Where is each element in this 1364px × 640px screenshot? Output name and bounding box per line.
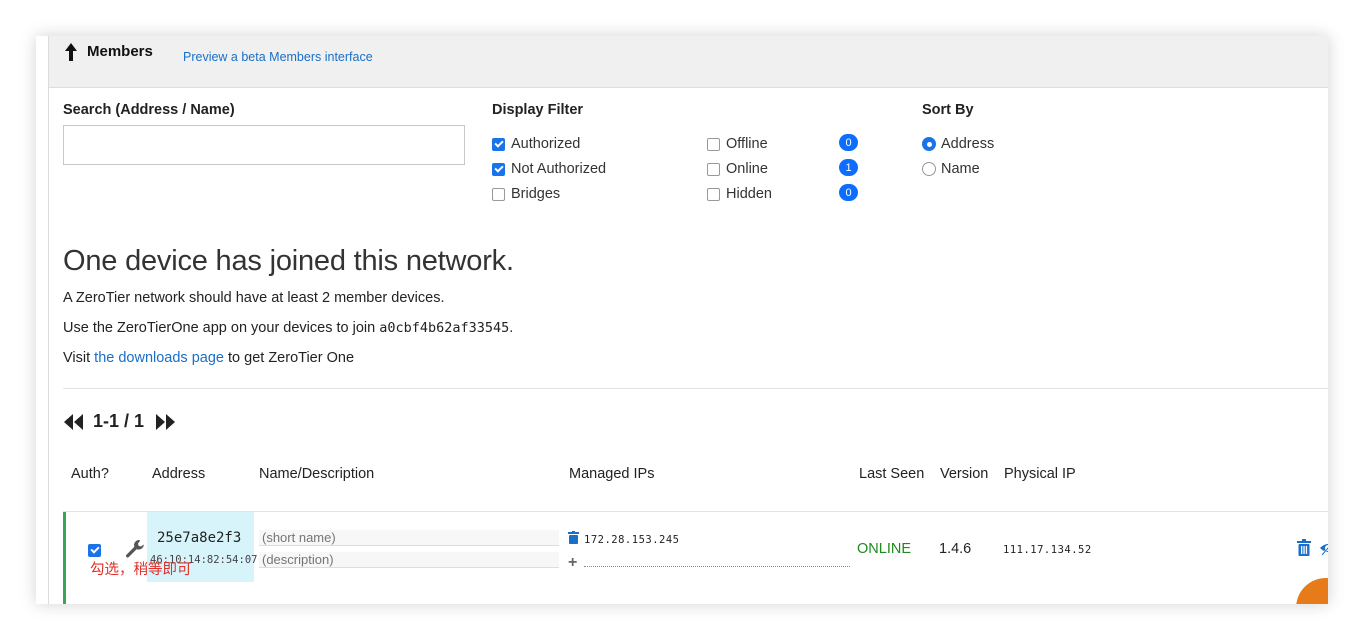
page-indicator: 1-1 / 1 [93, 411, 145, 431]
offline-checkbox[interactable] [707, 137, 720, 151]
physical-ip: 111.17.134.52 [1003, 544, 1092, 556]
member-row: 25e7a8e2f3 46:10:14:82:54:07 勾选，稍等即可 172… [63, 512, 1328, 604]
authorized-checkbox[interactable] [492, 137, 505, 151]
members-header: Members Preview a beta Members interface [49, 36, 1328, 88]
device-count-heading: One device has joined this network. [63, 245, 514, 277]
next-page-icon[interactable] [154, 413, 176, 431]
managed-ip: 172.28.153.245 [584, 534, 680, 546]
filter-bridges-label: Bridges [511, 186, 561, 202]
info-downloads: Visit the downloads page to get ZeroTier… [63, 350, 354, 366]
downloads-page-link[interactable]: the downloads page [94, 350, 224, 366]
filter-authorized-label: Authorized [511, 136, 581, 152]
hide-member-icon[interactable] [1319, 539, 1328, 557]
members-card: Members Preview a beta Members interface… [36, 36, 1328, 604]
filter-authorized[interactable]: Authorized [492, 135, 580, 153]
section-divider [63, 388, 1328, 389]
bridges-checkbox[interactable] [492, 187, 505, 201]
members-title: Members [87, 43, 153, 60]
filter-bridges[interactable]: Bridges [492, 185, 560, 203]
search-input[interactable] [63, 125, 465, 165]
sort-address-label: Address [941, 136, 995, 152]
downloads-suffix: to get ZeroTier One [223, 350, 355, 366]
filter-offline-label: Offline [726, 136, 768, 152]
sort-name-option[interactable]: Name [922, 160, 980, 178]
sort-address-radio[interactable] [922, 137, 936, 151]
member-auth-checkbox[interactable] [88, 544, 101, 557]
previous-page-icon[interactable] [63, 413, 85, 431]
sort-address-option[interactable]: Address [922, 135, 994, 153]
filter-not-authorized-label: Not Authorized [511, 161, 607, 177]
add-ip-plus-icon[interactable]: + [568, 554, 577, 572]
members-panel: Members Preview a beta Members interface… [48, 36, 1328, 604]
last-seen-status: ONLINE [857, 541, 911, 557]
wrench-icon[interactable] [124, 538, 146, 560]
add-ip-input[interactable] [584, 566, 850, 567]
filter-online[interactable]: Online [707, 160, 768, 178]
arrow-up-icon[interactable] [63, 42, 79, 62]
member-version: 1.4.6 [939, 541, 972, 557]
search-label: Search (Address / Name) [63, 102, 235, 118]
delete-member-icon[interactable] [1297, 539, 1311, 556]
sort-name-label: Name [941, 161, 980, 177]
pagination: 1-1 / 1 [63, 411, 176, 432]
col-address[interactable]: Address [152, 466, 205, 482]
hidden-count-badge: 0 [839, 184, 858, 201]
col-last-seen: Last Seen [859, 466, 925, 482]
info-min-members: A ZeroTier network should have at least … [63, 290, 445, 306]
not-authorized-checkbox[interactable] [492, 162, 505, 176]
beta-interface-link[interactable]: Preview a beta Members interface [183, 50, 373, 64]
delete-ip-icon[interactable] [568, 531, 579, 544]
hidden-checkbox[interactable] [707, 187, 720, 201]
col-managed-ips: Managed IPs [569, 466, 655, 482]
col-auth: Auth? [71, 466, 109, 482]
join-text-prefix: Use the ZeroTierOne app on your devices … [63, 320, 380, 336]
online-checkbox[interactable] [707, 162, 720, 176]
network-id: a0cbf4b62af33545 [379, 320, 510, 336]
filter-hidden-label: Hidden [726, 186, 772, 202]
online-count-badge: 1 [839, 159, 858, 176]
col-name-description[interactable]: Name/Description [259, 466, 374, 482]
sort-name-radio[interactable] [922, 162, 936, 176]
filter-not-authorized[interactable]: Not Authorized [492, 160, 606, 178]
col-physical-ip: Physical IP [1004, 466, 1076, 482]
annotation-note: 勾选，稍等即可 [90, 562, 192, 578]
offline-count-badge: 0 [839, 134, 858, 151]
display-filter-label: Display Filter [492, 102, 584, 118]
filter-online-label: Online [726, 161, 768, 177]
sort-by-label: Sort By [922, 102, 974, 118]
info-join-instructions: Use the ZeroTierOne app on your devices … [63, 320, 513, 336]
join-text-suffix: . [509, 320, 514, 336]
filter-hidden[interactable]: Hidden [707, 185, 772, 203]
col-version: Version [940, 466, 989, 482]
filter-offline[interactable]: Offline [707, 135, 768, 153]
description-input[interactable] [259, 552, 559, 568]
member-address: 25e7a8e2f3 [157, 530, 242, 546]
short-name-input[interactable] [259, 530, 559, 546]
downloads-prefix: Visit [63, 350, 95, 366]
